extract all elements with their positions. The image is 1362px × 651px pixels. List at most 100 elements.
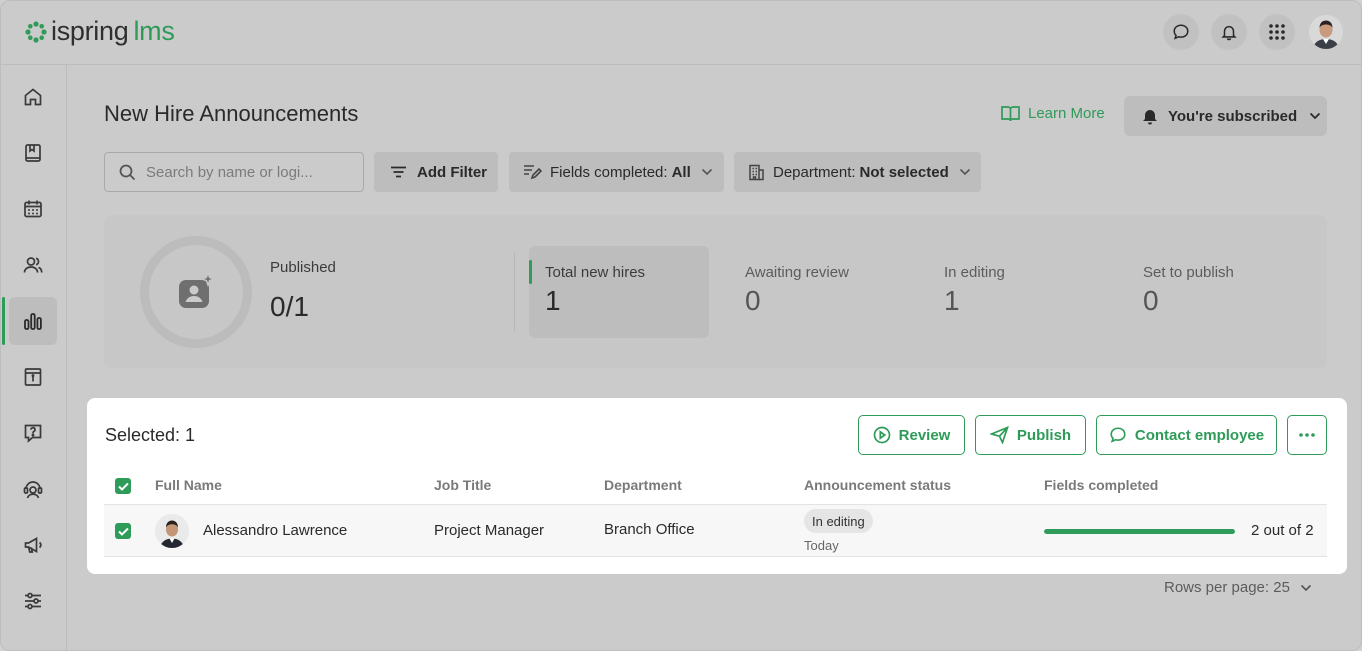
- more-dots-icon: [1299, 433, 1315, 437]
- bell-filled-icon: [1143, 109, 1157, 124]
- filter-lines-icon: [391, 166, 406, 178]
- user-avatar[interactable]: [1309, 15, 1343, 49]
- column-header-announcement-status[interactable]: Announcement status: [804, 477, 951, 493]
- column-header-department[interactable]: Department: [604, 477, 682, 493]
- sidebar-item-reports[interactable]: [2, 297, 57, 345]
- column-header-fields-completed[interactable]: Fields completed: [1044, 477, 1158, 493]
- sidebar-item-users[interactable]: [9, 241, 57, 289]
- info-board-icon: [24, 368, 42, 386]
- sidebar-item-announcements[interactable]: [9, 521, 57, 569]
- book-icon: [25, 144, 41, 162]
- contact-employee-button[interactable]: Contact employee: [1096, 415, 1277, 455]
- stat-value: 0: [745, 285, 761, 316]
- learn-more-label: Learn More: [1028, 105, 1105, 122]
- fields-progress-fill: [1044, 529, 1235, 534]
- table-row[interactable]: Alessandro Lawrence Project Manager Bran…: [104, 505, 1327, 557]
- sidebar: [1, 65, 67, 650]
- fields-progress-text: 2 out of 2: [1251, 522, 1314, 539]
- search-field[interactable]: [104, 152, 364, 192]
- reports-icon: [24, 313, 42, 330]
- department-filter-label: Department:: [773, 163, 856, 181]
- send-icon: [989, 426, 1009, 444]
- app-logo[interactable]: ispring lms: [25, 16, 175, 47]
- stat-label: In editing: [944, 264, 1005, 281]
- rows-per-page-dropdown[interactable]: Rows per page: 25: [1164, 579, 1312, 596]
- top-bar: ispring lms: [1, 1, 1361, 65]
- stat-set-to-publish[interactable]: Set to publish 0: [1127, 246, 1307, 338]
- question-icon: [24, 424, 42, 443]
- stat-value: 1: [545, 285, 561, 316]
- check-icon: [117, 527, 129, 536]
- employee-department: Branch Office: [604, 521, 695, 538]
- sidebar-item-support[interactable]: [9, 465, 57, 513]
- selected-count: Selected: 1: [105, 425, 196, 445]
- logo-mark-icon: [25, 20, 47, 43]
- employee-avatar: [155, 514, 189, 548]
- stat-awaiting-review[interactable]: Awaiting review 0: [729, 246, 909, 338]
- status-badge: In editing: [804, 509, 873, 533]
- bell-icon: [1221, 25, 1237, 41]
- support-agent-icon: [23, 481, 43, 499]
- building-icon: [749, 164, 764, 180]
- select-all-checkbox[interactable]: [115, 478, 131, 494]
- avatar-photo-icon: [155, 514, 189, 548]
- published-progress-ring: [140, 236, 252, 348]
- publish-button[interactable]: Publish: [975, 415, 1086, 455]
- fields-filter-label: Fields completed:: [550, 163, 668, 181]
- home-icon: [24, 88, 42, 106]
- review-button[interactable]: Review: [858, 415, 965, 455]
- chat-button[interactable]: [1163, 14, 1199, 50]
- rows-per-page-label: Rows per page: 25: [1164, 579, 1290, 596]
- published-label: Published: [270, 259, 336, 276]
- open-book-icon: [1001, 106, 1020, 122]
- fields-progress-bar: [1044, 529, 1235, 534]
- stat-label: Set to publish: [1143, 264, 1234, 281]
- sidebar-item-help[interactable]: [9, 409, 57, 457]
- add-filter-button[interactable]: Add Filter: [374, 152, 498, 192]
- chat-icon: [1173, 24, 1189, 40]
- search-input[interactable]: [146, 163, 346, 181]
- employee-name[interactable]: Alessandro Lawrence: [203, 522, 347, 539]
- department-filter[interactable]: Department: Not selected: [734, 152, 981, 192]
- sidebar-item-home[interactable]: [9, 73, 57, 121]
- department-filter-value: Not selected: [859, 163, 949, 181]
- stat-total-new-hires[interactable]: Total new hires 1: [529, 246, 709, 338]
- row-checkbox[interactable]: [115, 523, 131, 539]
- chevron-down-icon: [701, 168, 712, 176]
- sidebar-item-learning[interactable]: [9, 129, 57, 177]
- sidebar-item-info-board[interactable]: [9, 353, 57, 401]
- stats-divider: [514, 253, 515, 331]
- employee-job-title: Project Manager: [434, 522, 545, 539]
- users-icon: [23, 257, 43, 273]
- play-circle-icon: [873, 426, 890, 444]
- notifications-button[interactable]: [1211, 14, 1247, 50]
- page-title: New Hire Announcements: [104, 101, 359, 126]
- search-icon: [119, 164, 136, 180]
- settings-sliders-icon: [25, 592, 41, 610]
- publish-label: Publish: [1016, 426, 1072, 444]
- review-label: Review: [898, 426, 951, 444]
- stat-value: 0: [1143, 285, 1159, 316]
- edit-list-icon: [524, 165, 542, 180]
- stat-in-editing[interactable]: In editing 1: [928, 246, 1108, 338]
- column-header-full-name[interactable]: Full Name: [155, 477, 222, 493]
- learn-more-link[interactable]: Learn More: [1001, 105, 1105, 122]
- apps-button[interactable]: [1259, 14, 1295, 50]
- sidebar-item-settings[interactable]: [9, 577, 57, 625]
- selection-panel: Selected: 1 Review Publish Contact emplo…: [87, 398, 1347, 574]
- fields-filter-value: All: [671, 163, 691, 181]
- apps-grid-icon: [1269, 24, 1285, 40]
- published-value: 0/1: [270, 291, 309, 322]
- sidebar-item-calendar[interactable]: [9, 185, 57, 233]
- subscription-dropdown[interactable]: You're subscribed: [1124, 96, 1327, 136]
- app-window: ispring lms New Hire Announcements Learn…: [0, 0, 1362, 651]
- chat-bubble-icon: [1110, 427, 1126, 443]
- column-header-job-title[interactable]: Job Title: [434, 477, 491, 493]
- stat-label: Awaiting review: [745, 264, 849, 281]
- add-filter-label: Add Filter: [417, 163, 487, 181]
- megaphone-icon: [24, 537, 42, 553]
- logo-text: ispring lms: [51, 16, 175, 46]
- more-actions-button[interactable]: [1287, 415, 1327, 455]
- fields-completed-filter[interactable]: Fields completed: All: [509, 152, 724, 192]
- top-actions: [1151, 14, 1343, 50]
